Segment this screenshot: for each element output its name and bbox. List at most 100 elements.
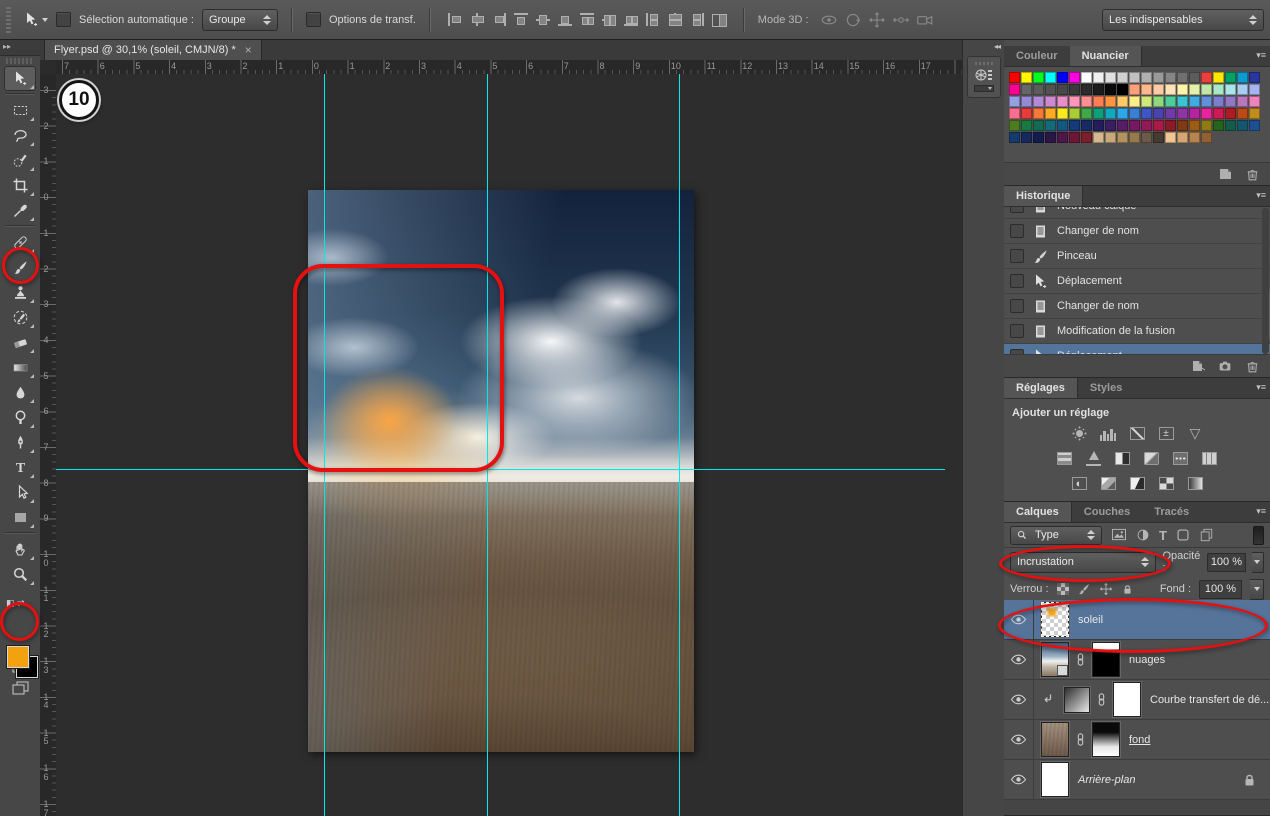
color-swatch[interactable] [1237,96,1248,107]
adjustment-invert-icon[interactable]: ◐ [1071,476,1088,491]
color-swatch[interactable] [1105,108,1116,119]
properties-panel-button[interactable] [967,56,1001,98]
color-swatch[interactable] [1093,96,1104,107]
color-swatch[interactable] [1165,84,1176,95]
lock-all-icon[interactable] [1121,582,1134,596]
layer-name[interactable]: Courbe transfert de dé... [1150,694,1269,706]
color-swatch[interactable] [1117,84,1128,95]
current-tool-preset[interactable] [23,11,48,28]
color-swatch[interactable] [1009,108,1020,119]
color-swatch[interactable] [1069,132,1080,143]
tool-blur[interactable] [4,380,36,405]
color-swatch[interactable] [1009,84,1020,95]
guide-vertical[interactable] [324,74,325,816]
filter-adjustment-layers-icon[interactable] [1136,528,1150,542]
color-swatch[interactable] [1153,72,1164,83]
color-swatch[interactable] [1213,108,1224,119]
color-swatch[interactable] [1225,72,1236,83]
color-swatch[interactable] [1153,108,1164,119]
layer-row[interactable]: fond [1004,720,1270,760]
opacity-dropdown-button[interactable] [1252,552,1264,573]
filter-toggle[interactable] [1253,526,1264,545]
layer-row[interactable]: nuages [1004,640,1270,680]
color-swatch[interactable] [1129,132,1140,143]
layer-name[interactable]: Arrière-plan [1078,774,1135,786]
color-swatch[interactable] [1009,120,1020,131]
filter-type-layers-icon[interactable]: T [1159,528,1167,543]
align-right-icon[interactable] [491,12,507,27]
lock-position-icon[interactable] [1099,582,1113,596]
document-tab[interactable]: Flyer.psd @ 30,1% (soleil, CMJN/8) * × [44,40,262,60]
color-swatch[interactable] [1189,84,1200,95]
color-swatch[interactable] [1189,108,1200,119]
trash-icon[interactable] [1245,167,1260,182]
filter-kind-dropdown[interactable]: Type [1010,526,1102,545]
color-swatch[interactable] [1225,120,1236,131]
align-vcenter-icon[interactable] [535,12,551,27]
color-swatch[interactable] [1069,96,1080,107]
color-swatch[interactable] [1105,96,1116,107]
layer-name[interactable]: fond [1129,734,1150,746]
history-entry[interactable]: Déplacement [1004,269,1270,294]
color-swatch[interactable] [1201,108,1212,119]
adjustment-hue-sat-icon[interactable] [1056,451,1073,466]
color-swatch[interactable] [1009,72,1020,83]
adjustment-color-lookup-icon[interactable] [1201,451,1218,466]
color-swatch[interactable] [1057,96,1068,107]
color-swatch[interactable] [1081,72,1092,83]
history-source-checkbox[interactable] [1010,299,1024,313]
eye-icon[interactable] [1004,680,1034,719]
layer-thumbnail[interactable] [1041,642,1069,677]
transform-controls-checkbox[interactable] [306,12,321,27]
color-swatch[interactable] [1201,72,1212,83]
canvas-image[interactable] [308,190,694,752]
color-swatch[interactable] [1129,72,1140,83]
color-swatch[interactable] [1153,84,1164,95]
color-swatch[interactable] [1093,132,1104,143]
color-swatch[interactable] [1045,132,1056,143]
color-swatch[interactable] [1093,84,1104,95]
adjustment-brightness-icon[interactable] [1071,426,1088,441]
color-swatch[interactable] [1021,84,1032,95]
adjustment-selective-color-icon[interactable] [1187,476,1204,491]
ruler-corner[interactable] [40,60,57,75]
color-swatch[interactable] [1201,132,1212,143]
color-swatch[interactable] [1081,132,1092,143]
color-swatch[interactable] [1249,120,1260,131]
color-swatch[interactable] [1177,132,1188,143]
color-swatch[interactable] [1129,108,1140,119]
history-entry[interactable]: Modification de la fusion [1004,319,1270,344]
snapshot-camera-icon[interactable] [1217,359,1233,373]
color-swatch[interactable] [1249,96,1260,107]
history-source-checkbox[interactable] [1010,249,1024,263]
tab-calques[interactable]: Calques [1004,502,1072,522]
close-icon[interactable]: × [245,45,252,55]
history-entry[interactable]: Changer de nom [1004,294,1270,319]
3d-orbit-icon[interactable] [820,11,838,29]
color-swatch[interactable] [1105,72,1116,83]
color-swatch[interactable] [1213,84,1224,95]
filter-shape-layers-icon[interactable] [1176,528,1190,542]
auto-align-icon[interactable] [711,12,727,27]
color-swatch[interactable] [1021,120,1032,131]
tool-crop[interactable] [4,173,36,198]
trash-icon[interactable] [1245,359,1260,374]
eye-icon[interactable] [1004,720,1034,759]
tab-styles[interactable]: Styles [1078,378,1134,398]
color-swatch[interactable] [1165,72,1176,83]
color-swatch[interactable] [1069,84,1080,95]
color-swatch[interactable] [1225,108,1236,119]
color-swatch[interactable] [1057,72,1068,83]
color-swatch[interactable] [1249,84,1260,95]
history-source-checkbox[interactable] [1010,224,1024,238]
tools-grip[interactable] [6,58,34,64]
history-entry[interactable]: Pinceau [1004,244,1270,269]
tool-history-brush[interactable] [4,305,36,330]
auto-select-target-dropdown[interactable]: Groupe [202,9,278,31]
layer-mask-thumbnail[interactable] [1113,682,1141,717]
color-swatch[interactable] [1009,132,1020,143]
color-swatch[interactable] [1201,120,1212,131]
color-swatch[interactable] [1021,132,1032,143]
layer-thumbnail[interactable] [1041,762,1069,797]
color-swatch[interactable] [1225,84,1236,95]
